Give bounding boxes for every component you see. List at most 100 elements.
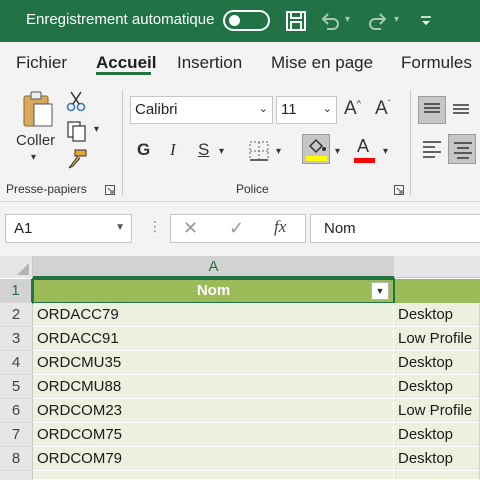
autosave-toggle[interactable] (223, 10, 270, 31)
align-center-icon (454, 142, 472, 159)
undo-dropdown-icon[interactable]: ▾ (345, 14, 350, 25)
active-tab-indicator (96, 72, 151, 75)
increase-font-size-icon[interactable]: A^ (344, 98, 361, 120)
formula-controls: ✕ ✓ fx (170, 214, 306, 243)
align-center-button[interactable] (448, 134, 476, 164)
font-size-select[interactable]: 11 ⌄ (276, 96, 337, 124)
name-box-value: A1 (14, 220, 33, 237)
font-color-a-icon: A (357, 136, 370, 156)
customize-toolbar-icon[interactable] (418, 13, 434, 29)
formula-bar-grip-icon[interactable]: ⋮ (148, 218, 162, 235)
redo-icon[interactable] (366, 9, 390, 33)
active-cell-border (32, 278, 395, 304)
ribbon: Coller ▾ ▾ Presse-papiers Calibri ⌄ 11 ⌄… (0, 84, 480, 202)
table-cell[interactable]: Desktop (394, 303, 480, 327)
font-color-swatch (354, 158, 375, 163)
row-header[interactable] (0, 471, 33, 480)
select-all-triangle-icon (17, 263, 29, 275)
title-bar: Enregistrement automatique ▾ ▾ (0, 0, 480, 42)
table-cell[interactable]: ORDCOM79 (33, 447, 394, 471)
clipboard-launcher-icon[interactable] (105, 185, 115, 195)
underline-button[interactable]: S (198, 140, 209, 160)
font-color-dropdown-icon[interactable]: ▾ (383, 146, 388, 157)
tab-formules[interactable]: Formules (401, 53, 472, 73)
row-header[interactable]: 7 (0, 423, 33, 447)
save-icon[interactable] (284, 9, 308, 33)
underline-dropdown-icon[interactable]: ▾ (219, 146, 224, 157)
chevron-down-icon: ⌄ (258, 103, 268, 115)
undo-icon[interactable] (318, 9, 342, 33)
row-header[interactable]: 8 (0, 447, 33, 471)
table-cell[interactable]: ORDCOM23 (33, 399, 394, 423)
table-cell[interactable]: ORDCMU88 (33, 375, 394, 399)
font-name-value: Calibri (135, 101, 178, 118)
paste-label[interactable]: Coller (16, 132, 55, 149)
row-header[interactable]: 4 (0, 351, 33, 375)
align-top-icon (424, 103, 440, 113)
autosave-label: Enregistrement automatique (26, 11, 215, 28)
tab-fichier[interactable]: Fichier (16, 53, 67, 73)
table-cell[interactable] (394, 471, 480, 480)
clipboard-group-label: Presse-papiers (6, 182, 87, 196)
table-header-cell-b[interactable] (394, 279, 480, 303)
copy-dropdown-icon[interactable]: ▾ (94, 124, 99, 135)
table-cell[interactable]: Desktop (394, 351, 480, 375)
table-cell[interactable]: Desktop (394, 375, 480, 399)
ribbon-separator (410, 90, 411, 196)
chevron-down-icon: ⌄ (322, 103, 332, 115)
paste-dropdown-icon[interactable]: ▾ (31, 152, 36, 163)
align-left-icon[interactable] (422, 140, 442, 158)
row-header[interactable]: 2 (0, 303, 33, 327)
insert-function-icon[interactable]: fx (274, 217, 286, 237)
font-group-label: Police (236, 182, 269, 196)
borders-dropdown-icon[interactable]: ▾ (276, 146, 281, 157)
redo-dropdown-icon[interactable]: ▾ (394, 14, 399, 25)
cancel-icon[interactable]: ✕ (183, 218, 198, 239)
tab-mise-en-page[interactable]: Mise en page (271, 53, 373, 73)
table-cell[interactable]: Low Profile (394, 399, 480, 423)
bold-button[interactable]: G (137, 140, 150, 160)
fill-color-swatch (306, 156, 327, 161)
align-middle-icon[interactable] (452, 101, 470, 117)
paste-icon[interactable] (20, 90, 56, 130)
table-cell[interactable]: ORDACC91 (33, 327, 394, 351)
chevron-down-icon: ▼ (115, 222, 125, 233)
tab-accueil[interactable]: Accueil (96, 53, 156, 73)
copy-icon[interactable] (66, 120, 88, 142)
align-top-button[interactable] (418, 96, 446, 124)
name-box[interactable]: A1 ▼ (5, 214, 132, 243)
table-cell[interactable]: Low Profile (394, 327, 480, 351)
enter-icon[interactable]: ✓ (229, 218, 244, 239)
row-header[interactable]: 6 (0, 399, 33, 423)
italic-button[interactable]: I (170, 140, 176, 160)
table-cell[interactable]: Desktop (394, 423, 480, 447)
column-header-a[interactable]: A (33, 256, 394, 278)
borders-icon[interactable] (248, 140, 270, 162)
formula-input[interactable]: Nom (310, 214, 480, 243)
fill-bucket-icon (308, 138, 326, 154)
font-name-select[interactable]: Calibri ⌄ (130, 96, 273, 124)
table-cell[interactable]: ORDCMU35 (33, 351, 394, 375)
ribbon-separator (122, 90, 123, 196)
tab-insertion[interactable]: Insertion (177, 53, 242, 73)
table-cell[interactable]: Desktop (394, 447, 480, 471)
row-header[interactable]: 3 (0, 327, 33, 351)
table-cell[interactable]: ORDCOM75 (33, 423, 394, 447)
fill-color-dropdown-icon[interactable]: ▾ (335, 146, 340, 157)
table-cell[interactable] (33, 471, 394, 480)
column-header-b[interactable] (395, 256, 480, 278)
ribbon-tabs: Fichier Accueil Insertion Mise en page F… (0, 42, 480, 84)
font-size-value: 11 (281, 101, 297, 118)
cut-icon[interactable] (66, 90, 86, 112)
fill-color-button[interactable] (302, 134, 330, 164)
table-cell[interactable]: ORDACC79 (33, 303, 394, 327)
decrease-font-size-icon[interactable]: Aˇ (375, 98, 391, 120)
row-header[interactable]: 1 (0, 279, 33, 303)
font-launcher-icon[interactable] (394, 185, 404, 195)
row-header[interactable]: 5 (0, 375, 33, 399)
select-all-corner[interactable] (0, 256, 33, 278)
font-color-button[interactable]: A (353, 136, 377, 164)
excel-window: Enregistrement automatique ▾ ▾ Fichier A… (0, 0, 480, 480)
formula-value: Nom (324, 220, 356, 237)
format-painter-icon[interactable] (66, 148, 88, 170)
